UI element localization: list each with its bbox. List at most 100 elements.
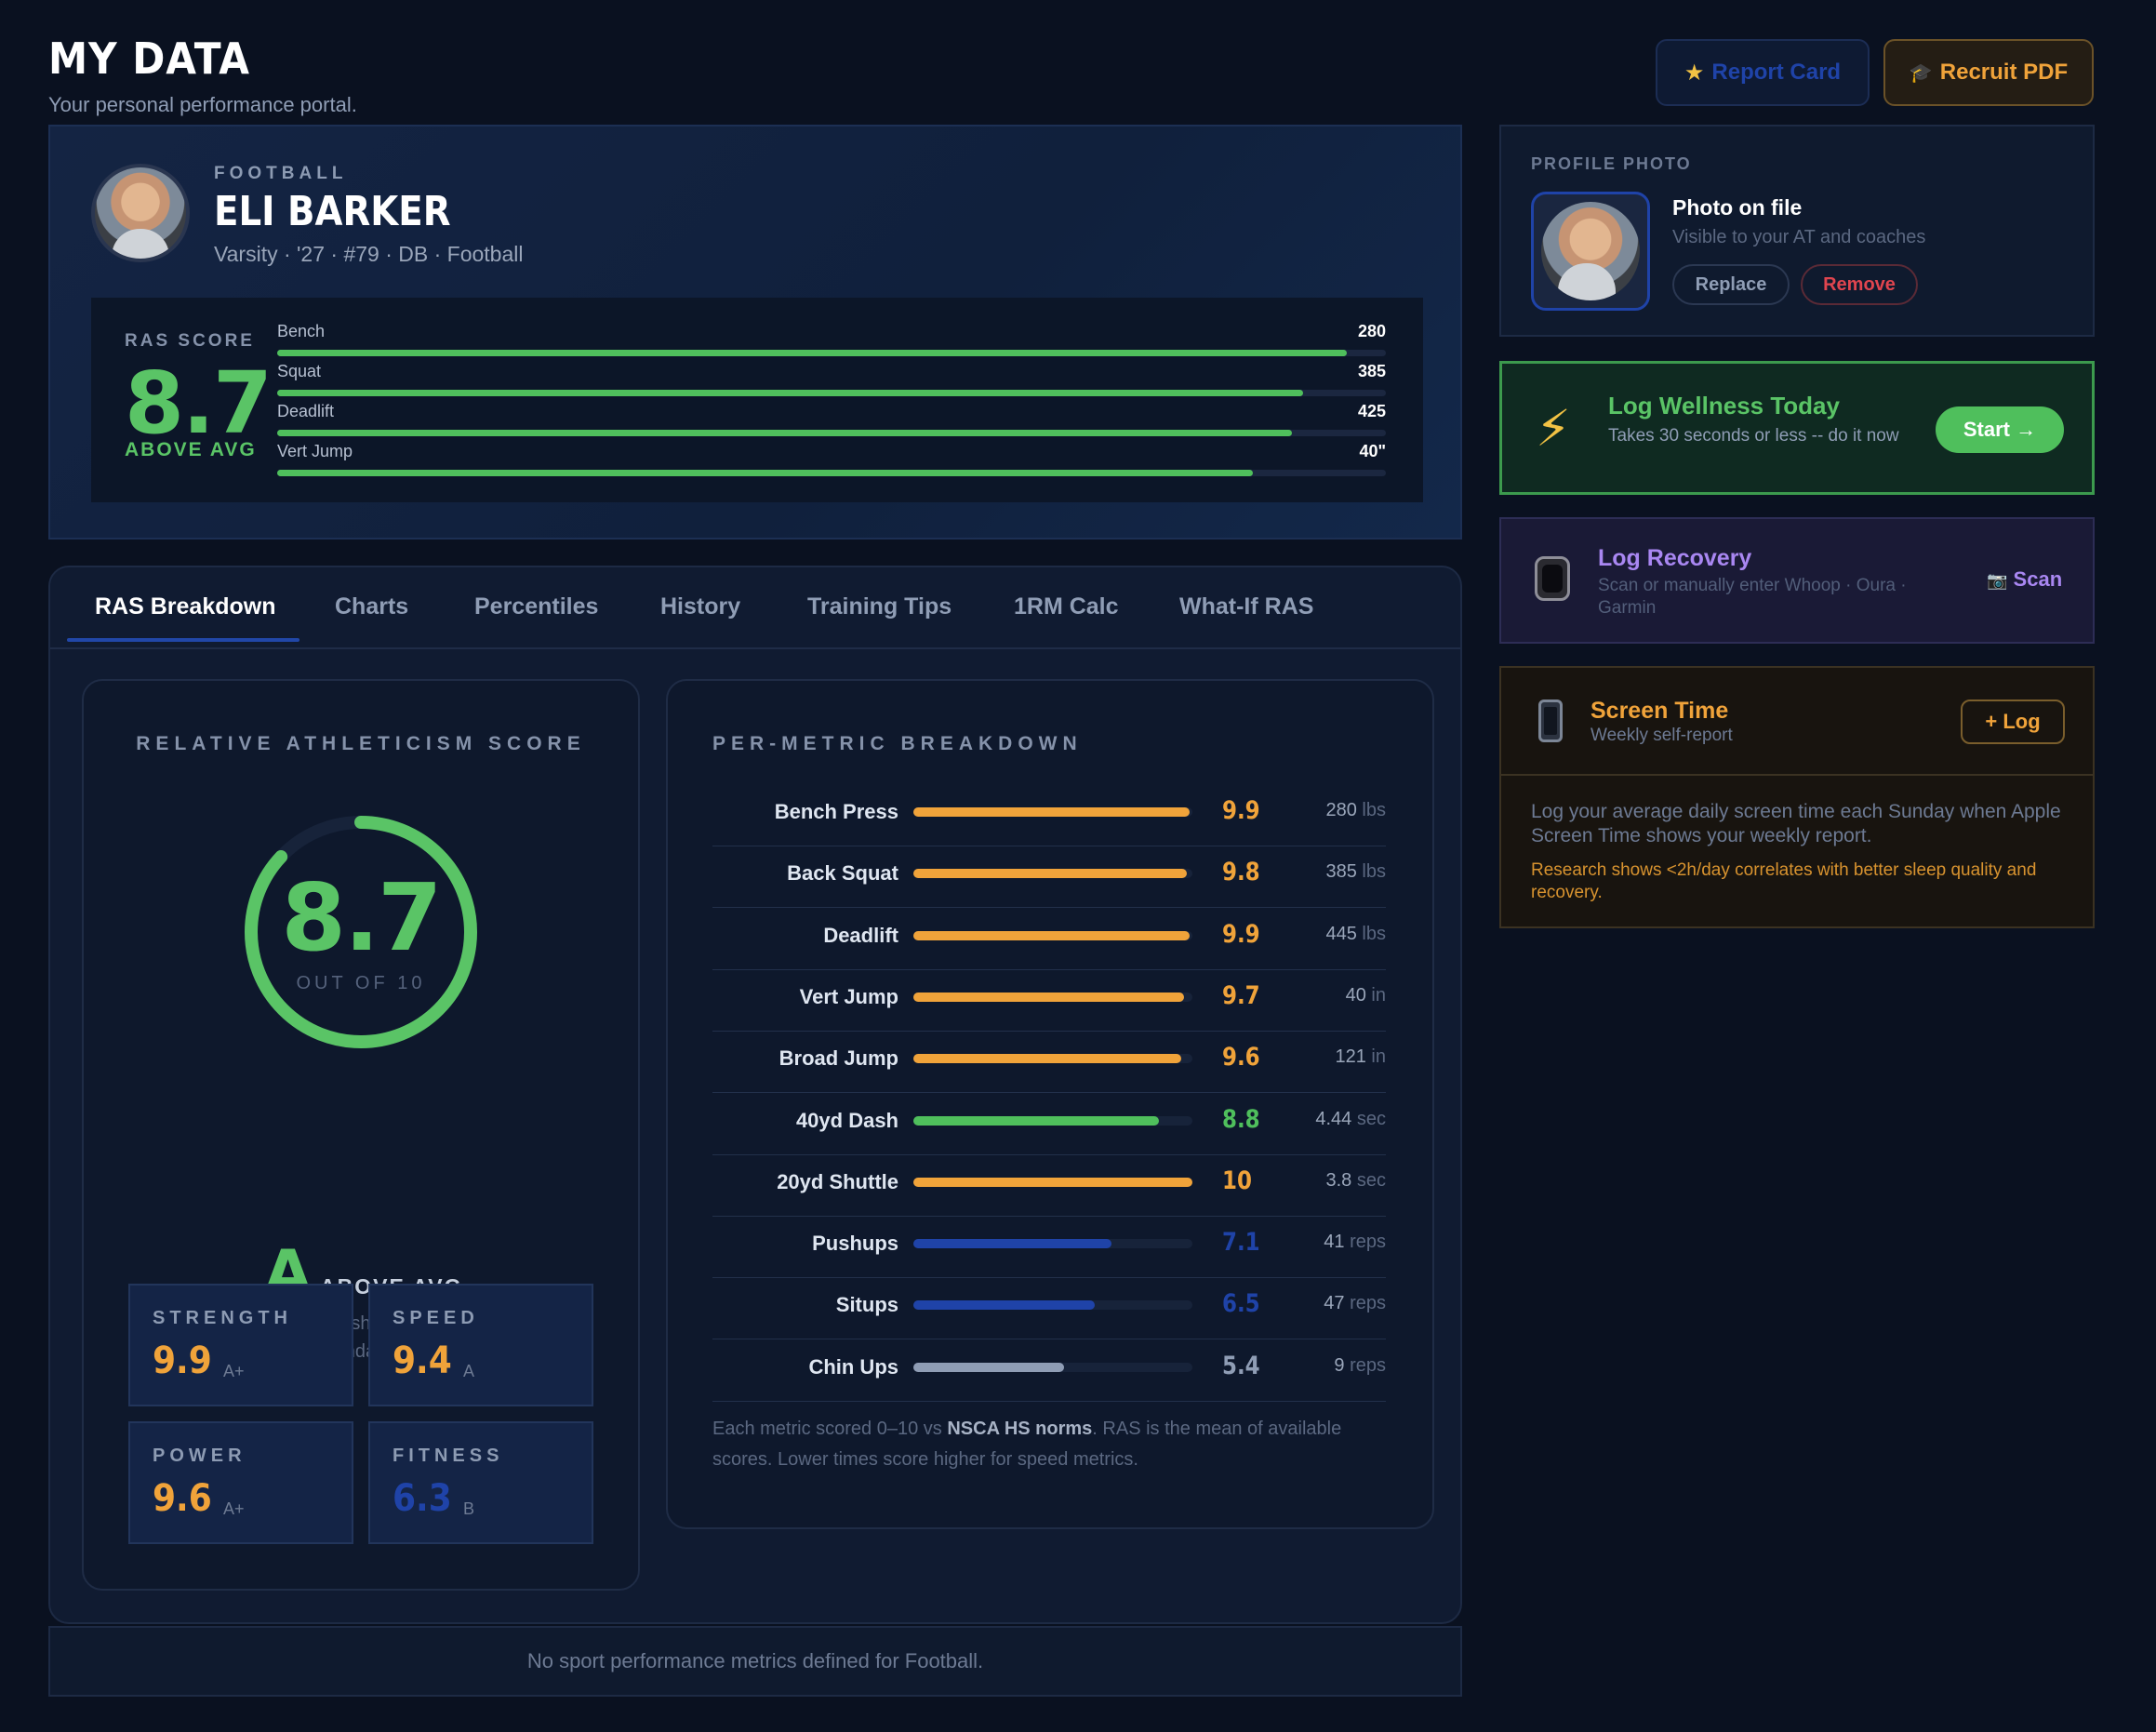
tab-training-tips[interactable]: Training Tips — [807, 593, 952, 620]
metric-unit: sec — [1356, 1108, 1386, 1129]
active-tab-indicator — [67, 638, 299, 642]
metric-name: Broad Jump — [779, 1046, 898, 1071]
wellness-title: Log Wellness Today — [1608, 392, 1840, 420]
metric-row: Vert Jump 9.7 40 in — [712, 970, 1386, 1032]
screen-time-research: Research shows <2h/day correlates with b… — [1531, 860, 2037, 902]
metric-bar-fill — [913, 1362, 1064, 1372]
metric-raw: 47 reps — [1324, 1293, 1386, 1314]
metric-raw: 385 lbs — [1325, 861, 1386, 883]
report-card-button[interactable]: ★ Report Card — [1656, 39, 1870, 106]
ras-score-label: RAS SCORE — [125, 331, 255, 351]
subscore-grade: A — [463, 1362, 475, 1380]
avatar — [91, 164, 190, 262]
metric-raw: 41 reps — [1324, 1232, 1386, 1253]
subscore-value: 9.4 — [393, 1339, 452, 1382]
replace-photo-button[interactable]: Replace — [1672, 264, 1790, 305]
lift-bar — [277, 430, 1386, 436]
metric-row: Situps 6.5 47 reps — [712, 1278, 1386, 1340]
metric-bar-fill — [913, 1177, 1192, 1187]
metric-score: 9.9 — [1222, 796, 1260, 825]
subscore-label: STRENGTH — [153, 1308, 292, 1328]
metric-raw-value: 280 — [1325, 800, 1357, 820]
log-screen-time-button[interactable]: + Log — [1961, 699, 2065, 744]
metric-bar-fill — [913, 1239, 1111, 1249]
avatar-shirt — [112, 229, 169, 259]
lift-name: Bench — [277, 322, 326, 340]
metric-bar-fill — [913, 1115, 1159, 1126]
metric-score: 9.9 — [1222, 919, 1260, 949]
lift-value: 40" — [1359, 442, 1386, 460]
profile-photo-thumbnail — [1531, 192, 1650, 311]
ras-score-tag: ABOVE AVG — [125, 439, 257, 460]
subscore-grade: A+ — [223, 1499, 245, 1518]
scan-button[interactable]: 📷 Scan — [1987, 567, 2062, 592]
wellness-desc: Takes 30 seconds or less -- do it now — [1608, 426, 1899, 446]
log-wellness-card: ⚡ Log Wellness Today Takes 30 seconds or… — [1499, 361, 2095, 495]
footnote-text: Each metric scored 0–10 vs — [712, 1419, 948, 1439]
lift-row-squat: Squat 385 — [277, 362, 1386, 399]
lift-bar — [277, 470, 1386, 476]
metric-name: 20yd Shuttle — [777, 1169, 898, 1193]
metric-name: Chin Ups — [808, 1354, 898, 1379]
metric-score: 9.7 — [1222, 980, 1260, 1010]
metric-unit: lbs — [1362, 861, 1386, 883]
phone-icon — [1538, 699, 1563, 742]
recruit-pdf-label: Recruit PDF — [1939, 60, 2069, 85]
remove-photo-button[interactable]: Remove — [1801, 264, 1918, 305]
tab-1rm-calc[interactable]: 1RM Calc — [1014, 593, 1119, 620]
metric-name: Situps — [835, 1293, 898, 1317]
metric-raw-value: 3.8 — [1325, 1169, 1352, 1191]
metric-score: 5.4 — [1222, 1351, 1260, 1380]
lift-name: Squat — [277, 362, 322, 380]
star-icon: ★ — [1684, 60, 1705, 86]
page-title: MY DATA — [48, 33, 250, 84]
lift-name: Deadlift — [277, 402, 335, 420]
start-wellness-button[interactable]: Start → — [1936, 406, 2064, 453]
metric-score: 9.6 — [1222, 1043, 1260, 1073]
subscore-speed: SPEED 9.4 A — [368, 1284, 593, 1406]
subscore-value: 9.6 — [153, 1477, 212, 1520]
metric-raw: 445 lbs — [1325, 924, 1386, 945]
subscore-label: FITNESS — [393, 1446, 504, 1466]
recovery-desc: Scan or manually enter Whoop · Oura · Ga… — [1598, 576, 1907, 618]
metric-raw-value: 47 — [1324, 1293, 1345, 1314]
metric-row: Chin Ups 5.4 9 reps — [712, 1340, 1386, 1402]
per-metric-card: PER-METRIC BREAKDOWN Bench Press 9.9 280 l… — [666, 679, 1434, 1529]
profile-photo-label: PROFILE PHOTO — [1531, 154, 1692, 173]
recruit-pdf-button[interactable]: 🎓 Recruit PDF — [1883, 39, 2094, 106]
metric-unit: reps — [1350, 1293, 1386, 1314]
metric-raw: 4.44 sec — [1315, 1109, 1386, 1130]
metric-row: Deadlift 9.9 445 lbs — [712, 909, 1386, 970]
subscore-value: 9.9 — [153, 1339, 212, 1382]
report-card-label: Report Card — [1711, 60, 1842, 85]
metric-unit: reps — [1350, 1354, 1386, 1376]
metric-raw: 121 in — [1335, 1046, 1386, 1068]
page-subtitle: Your personal performance portal. — [48, 93, 357, 116]
lift-row-vert-jump: Vert Jump 40" — [277, 442, 1386, 479]
tab-what-if-ras[interactable]: What-If RAS — [1179, 593, 1313, 620]
lift-row-deadlift: Deadlift 425 — [277, 402, 1386, 439]
screen-time-body: Log your average daily screen time each … — [1531, 801, 2061, 846]
tab-history[interactable]: History — [660, 593, 740, 620]
footnote-bold: NSCA HS norms — [947, 1419, 1093, 1439]
metric-unit: sec — [1356, 1169, 1386, 1191]
metric-raw-value: 445 — [1325, 923, 1357, 944]
avatar — [1541, 202, 1640, 300]
tab-percentiles[interactable]: Percentiles — [474, 593, 598, 620]
sport-label: FOOTBALL — [214, 164, 348, 183]
metric-raw-value: 40 — [1345, 984, 1366, 1006]
per-metric-footnote: Each metric scored 0–10 vs NSCA HS norms… — [712, 1414, 1391, 1475]
metric-bar-fill — [913, 1300, 1095, 1311]
tab-ras-breakdown[interactable]: RAS Breakdown — [95, 593, 275, 620]
smartwatch-icon — [1535, 556, 1570, 601]
screen-time-desc: Weekly self-report — [1590, 726, 1733, 745]
metric-score: 10 — [1222, 1166, 1252, 1195]
metric-unit: in — [1371, 984, 1386, 1006]
metric-bar — [913, 869, 1192, 879]
metric-raw-value: 121 — [1335, 1046, 1366, 1068]
metric-bar — [913, 1054, 1192, 1064]
lift-bar — [277, 350, 1386, 356]
metric-raw-value: 9 — [1334, 1354, 1345, 1376]
metric-bar-fill — [913, 807, 1190, 817]
tab-charts[interactable]: Charts — [335, 593, 408, 620]
